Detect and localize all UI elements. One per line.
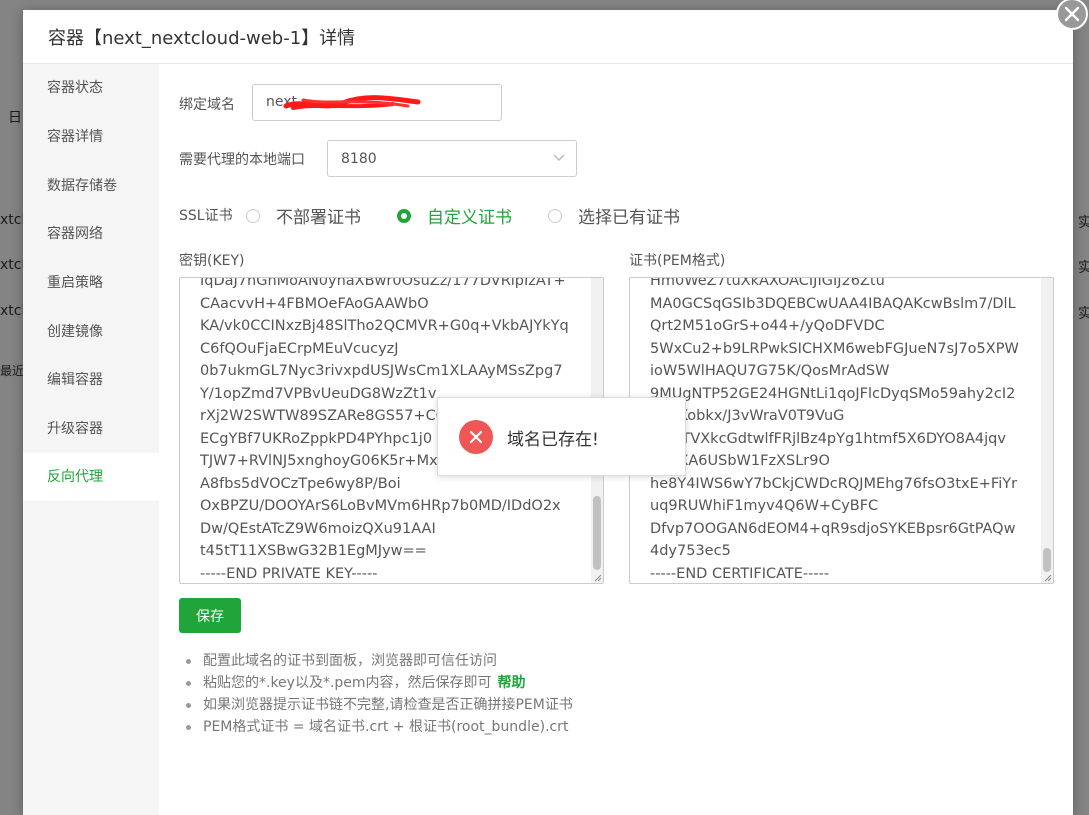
text-line: Qrt2M51oGrS+o44+/yQoDFVDC <box>650 318 885 334</box>
toast-message: 域名已存在! <box>507 430 599 450</box>
chevron-down-icon <box>553 154 565 162</box>
redaction-mark <box>283 95 421 110</box>
text-line: /CLKTVXkcGdtwlfFRjlBz4pYg1htmf5X6DYO8A4j… <box>650 430 1006 447</box>
sidebar-item-create-image[interactable]: 创建镜像 <box>23 308 159 356</box>
cert-textarea[interactable]: Hm0WeZ7tuXkAXOACIJIGIJ26Ztu MA0GCSqGSIb3D… <box>629 277 1054 584</box>
text-line: 4dy753ec5 <box>650 543 731 559</box>
text-line: KA/vk0CCINxzBj48SlTho2QCMVR+G0q+VkbAJYkY… <box>200 318 569 334</box>
ssl-option-label: 选择已有证书 <box>578 208 680 228</box>
ssl-option-none[interactable]: 不部署证书 <box>246 203 361 228</box>
sidebar-item-upgrade-container[interactable]: 升级容器 <box>23 405 159 453</box>
port-select-value: 8180 <box>341 151 377 167</box>
ssl-option-custom[interactable]: 自定义证书 <box>397 203 512 228</box>
text-line: MA0GCSqGSIb3DQEBCwUAA4IBAQAKcwBslm7/DlL <box>650 295 1016 312</box>
text-line: l9DjXA6USbW1FzXSLr9O <box>650 453 830 469</box>
text-line: Dfvp7OOGAN6dEOM4+qR9sdjoSYKEBpsr6GtPAQw <box>650 520 1016 537</box>
text-line: Hm0WeZ7tuXkAXOACIJIGIJ26Ztu <box>650 277 885 289</box>
cert-label: 证书(PEM格式) <box>629 253 726 269</box>
text-line: IqDaJ7nGnMoAN0ynaXBwr0OsuZz/177DVRipIzAT… <box>200 277 566 289</box>
text-line: 5WxCu2+b9LRPwkSICHXM6webFGJueN7sJ7o5XPW <box>650 340 1019 357</box>
tip-text: PEM格式证书 = 域名证书.crt + 根证书(root_bundle).cr… <box>203 719 569 735</box>
sidebar-item-restart-policy[interactable]: 重启策略 <box>23 259 159 307</box>
radio-icon <box>548 208 562 223</box>
dialog-title: 容器【next_nextcloud-web-1】详情 <box>48 28 356 49</box>
close-icon <box>1064 6 1080 22</box>
container-detail-dialog: 容器【next_nextcloud-web-1】详情 容器状态 容器详情 数据存… <box>23 0 1088 815</box>
text-line: C6fQOuFjaECrpMEuVcucyzJ <box>200 340 399 357</box>
text-line: Dw/QEstATcZ9W6moizQXu91AAI <box>200 520 436 537</box>
scroll-thumb[interactable] <box>593 496 601 570</box>
sidebar-item-container-network[interactable]: 容器网络 <box>23 210 159 258</box>
help-link[interactable]: 帮助 <box>498 675 526 691</box>
sidebar-item-container-details[interactable]: 容器详情 <box>23 113 159 161</box>
text-line: 0b7ukmGL7Nyc3rivxpdUSJWsCm1XLAAyMSsZpg7 <box>200 363 563 379</box>
save-button[interactable]: 保存 <box>179 598 241 633</box>
text-line: -----END PRIVATE KEY----- <box>200 565 378 582</box>
domain-input[interactable]: next <box>252 84 502 121</box>
radio-icon <box>246 208 260 223</box>
text-line: OxBPZU/DOOYArS6LoBvMVm6HRp7b0MD/IDdO2x <box>200 498 561 514</box>
text-line: -----END CERTIFICATE----- <box>650 565 830 582</box>
port-select[interactable]: 8180 <box>327 140 577 177</box>
error-icon <box>459 420 493 454</box>
key-label: 密钥(KEY) <box>179 253 245 269</box>
cert-text: Hm0WeZ7tuXkAXOACIJIGIJ26Ztu MA0GCSqGSIb3D… <box>650 277 1019 583</box>
radio-checked-icon <box>397 208 411 223</box>
error-toast: 域名已存在! <box>437 397 686 476</box>
sidebar: 容器状态 容器详情 数据存储卷 容器网络 重启策略 创建镜像 编辑容器 升级容器… <box>23 64 159 815</box>
ssl-label: SSL证书 <box>179 208 233 224</box>
tips-list: 配置此域名的证书到面板，浏览器即可信任访问 粘贴您的*.key以及*.pem内容… <box>183 650 573 738</box>
port-label: 需要代理的本地端口 <box>179 152 305 168</box>
text-line: he8Y4IWS6wY7bCkjCWDcRQJMEhg76fsO3txE+FiY… <box>650 475 1018 492</box>
resize-grip-icon[interactable] <box>594 574 602 582</box>
tip-text: 粘贴您的*.key以及*.pem内容，然后保存即可 <box>203 675 492 691</box>
ssl-option-label: 自定义证书 <box>427 208 512 228</box>
domain-label: 绑定域名 <box>179 97 235 113</box>
sidebar-item-edit-container[interactable]: 编辑容器 <box>23 356 159 404</box>
ssl-radio-group: 不部署证书 自定义证书 选择已有证书 <box>246 203 716 228</box>
text-line: 9MUgNTP52GE24HGNtLi1qoJFlcDyqSMo59ahy2cI… <box>650 385 1016 402</box>
text-line: ioW5WlHAQU7G75K/QosMrAdSW <box>650 363 890 379</box>
tip-item: PEM格式证书 = 域名证书.crt + 根证书(root_bundle).cr… <box>183 716 573 738</box>
tip-item: 配置此域名的证书到面板，浏览器即可信任访问 <box>183 650 573 672</box>
text-line: CAacvvH+4FBMOeFAoGAAWbO <box>200 295 429 312</box>
scroll-thumb[interactable] <box>1043 548 1051 572</box>
tip-text: 配置此域名的证书到面板，浏览器即可信任访问 <box>203 653 497 669</box>
tip-item: 如果浏览器提示证书链不完整,请检查是否正确拼接PEM证书 <box>183 694 573 716</box>
ssl-option-existing[interactable]: 选择已有证书 <box>548 203 680 228</box>
cert-scrollbar[interactable] <box>1041 278 1053 583</box>
tip-item: 粘贴您的*.key以及*.pem内容，然后保存即可 帮助 <box>183 672 573 694</box>
ssl-option-label: 不部署证书 <box>276 208 361 228</box>
close-icon <box>469 430 483 444</box>
sidebar-item-container-status[interactable]: 容器状态 <box>23 64 159 112</box>
tip-text: 如果浏览器提示证书链不完整,请检查是否正确拼接PEM证书 <box>203 697 573 713</box>
text-line: uq9RUWhiF1myv4Q6W+CyBFC <box>650 498 879 514</box>
dialog-header: 容器【next_nextcloud-web-1】详情 <box>23 10 1073 64</box>
resize-grip-icon[interactable] <box>1044 574 1052 582</box>
sidebar-item-data-volumes[interactable]: 数据存储卷 <box>23 162 159 210</box>
text-line: 3DLKobkx/J3vWraV0T9VuG <box>650 408 845 424</box>
sidebar-item-reverse-proxy[interactable]: 反向代理 <box>23 453 159 501</box>
text-line: t45tT11XSBwG32B1EgMJyw== <box>200 543 427 559</box>
